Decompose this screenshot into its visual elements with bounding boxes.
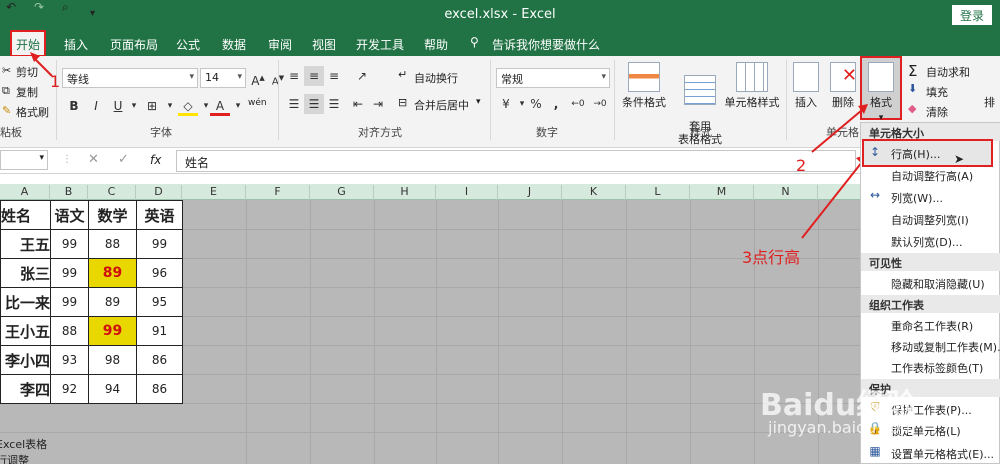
menu-section-organize: 组织工作表 — [861, 295, 1000, 313]
column-width-icon: ↔ — [869, 188, 881, 202]
format-cells-dialog-icon: ▦ — [869, 444, 881, 458]
menu-item-tab-color[interactable]: 工作表标签颜色(T) — [891, 360, 983, 376]
menu-item-move-copy-sheet[interactable]: 移动或复制工作表(M)... — [891, 339, 1000, 355]
cursor-icon: ➤ — [954, 152, 965, 166]
row-height-icon: ↕ — [869, 145, 881, 159]
menu-item-row-height[interactable]: 行高(H)... — [891, 146, 940, 162]
menu-item-default-width[interactable]: 默认列宽(D)... — [891, 234, 963, 250]
arrow-step-1 — [33, 57, 53, 77]
menu-section-visibility: 可见性 — [861, 253, 1000, 271]
arrow-step-2 — [811, 109, 863, 153]
menu-item-autofit-column[interactable]: 自动调整列宽(I) — [891, 212, 969, 228]
menu-item-column-width[interactable]: 列宽(W)... — [891, 190, 943, 206]
arrow-step-3 — [801, 161, 863, 239]
menu-item-autofit-row[interactable]: 自动调整行高(A) — [891, 168, 973, 184]
arrow-head — [30, 52, 40, 62]
menu-item-hide-unhide[interactable]: 隐藏和取消隐藏(U) — [891, 276, 985, 292]
menu-item-format-cells[interactable]: 设置单元格格式(E)... — [891, 446, 994, 462]
watermark-url: jingyan.baidu.com — [768, 418, 916, 437]
menu-item-rename-sheet[interactable]: 重命名工作表(R) — [891, 318, 973, 334]
